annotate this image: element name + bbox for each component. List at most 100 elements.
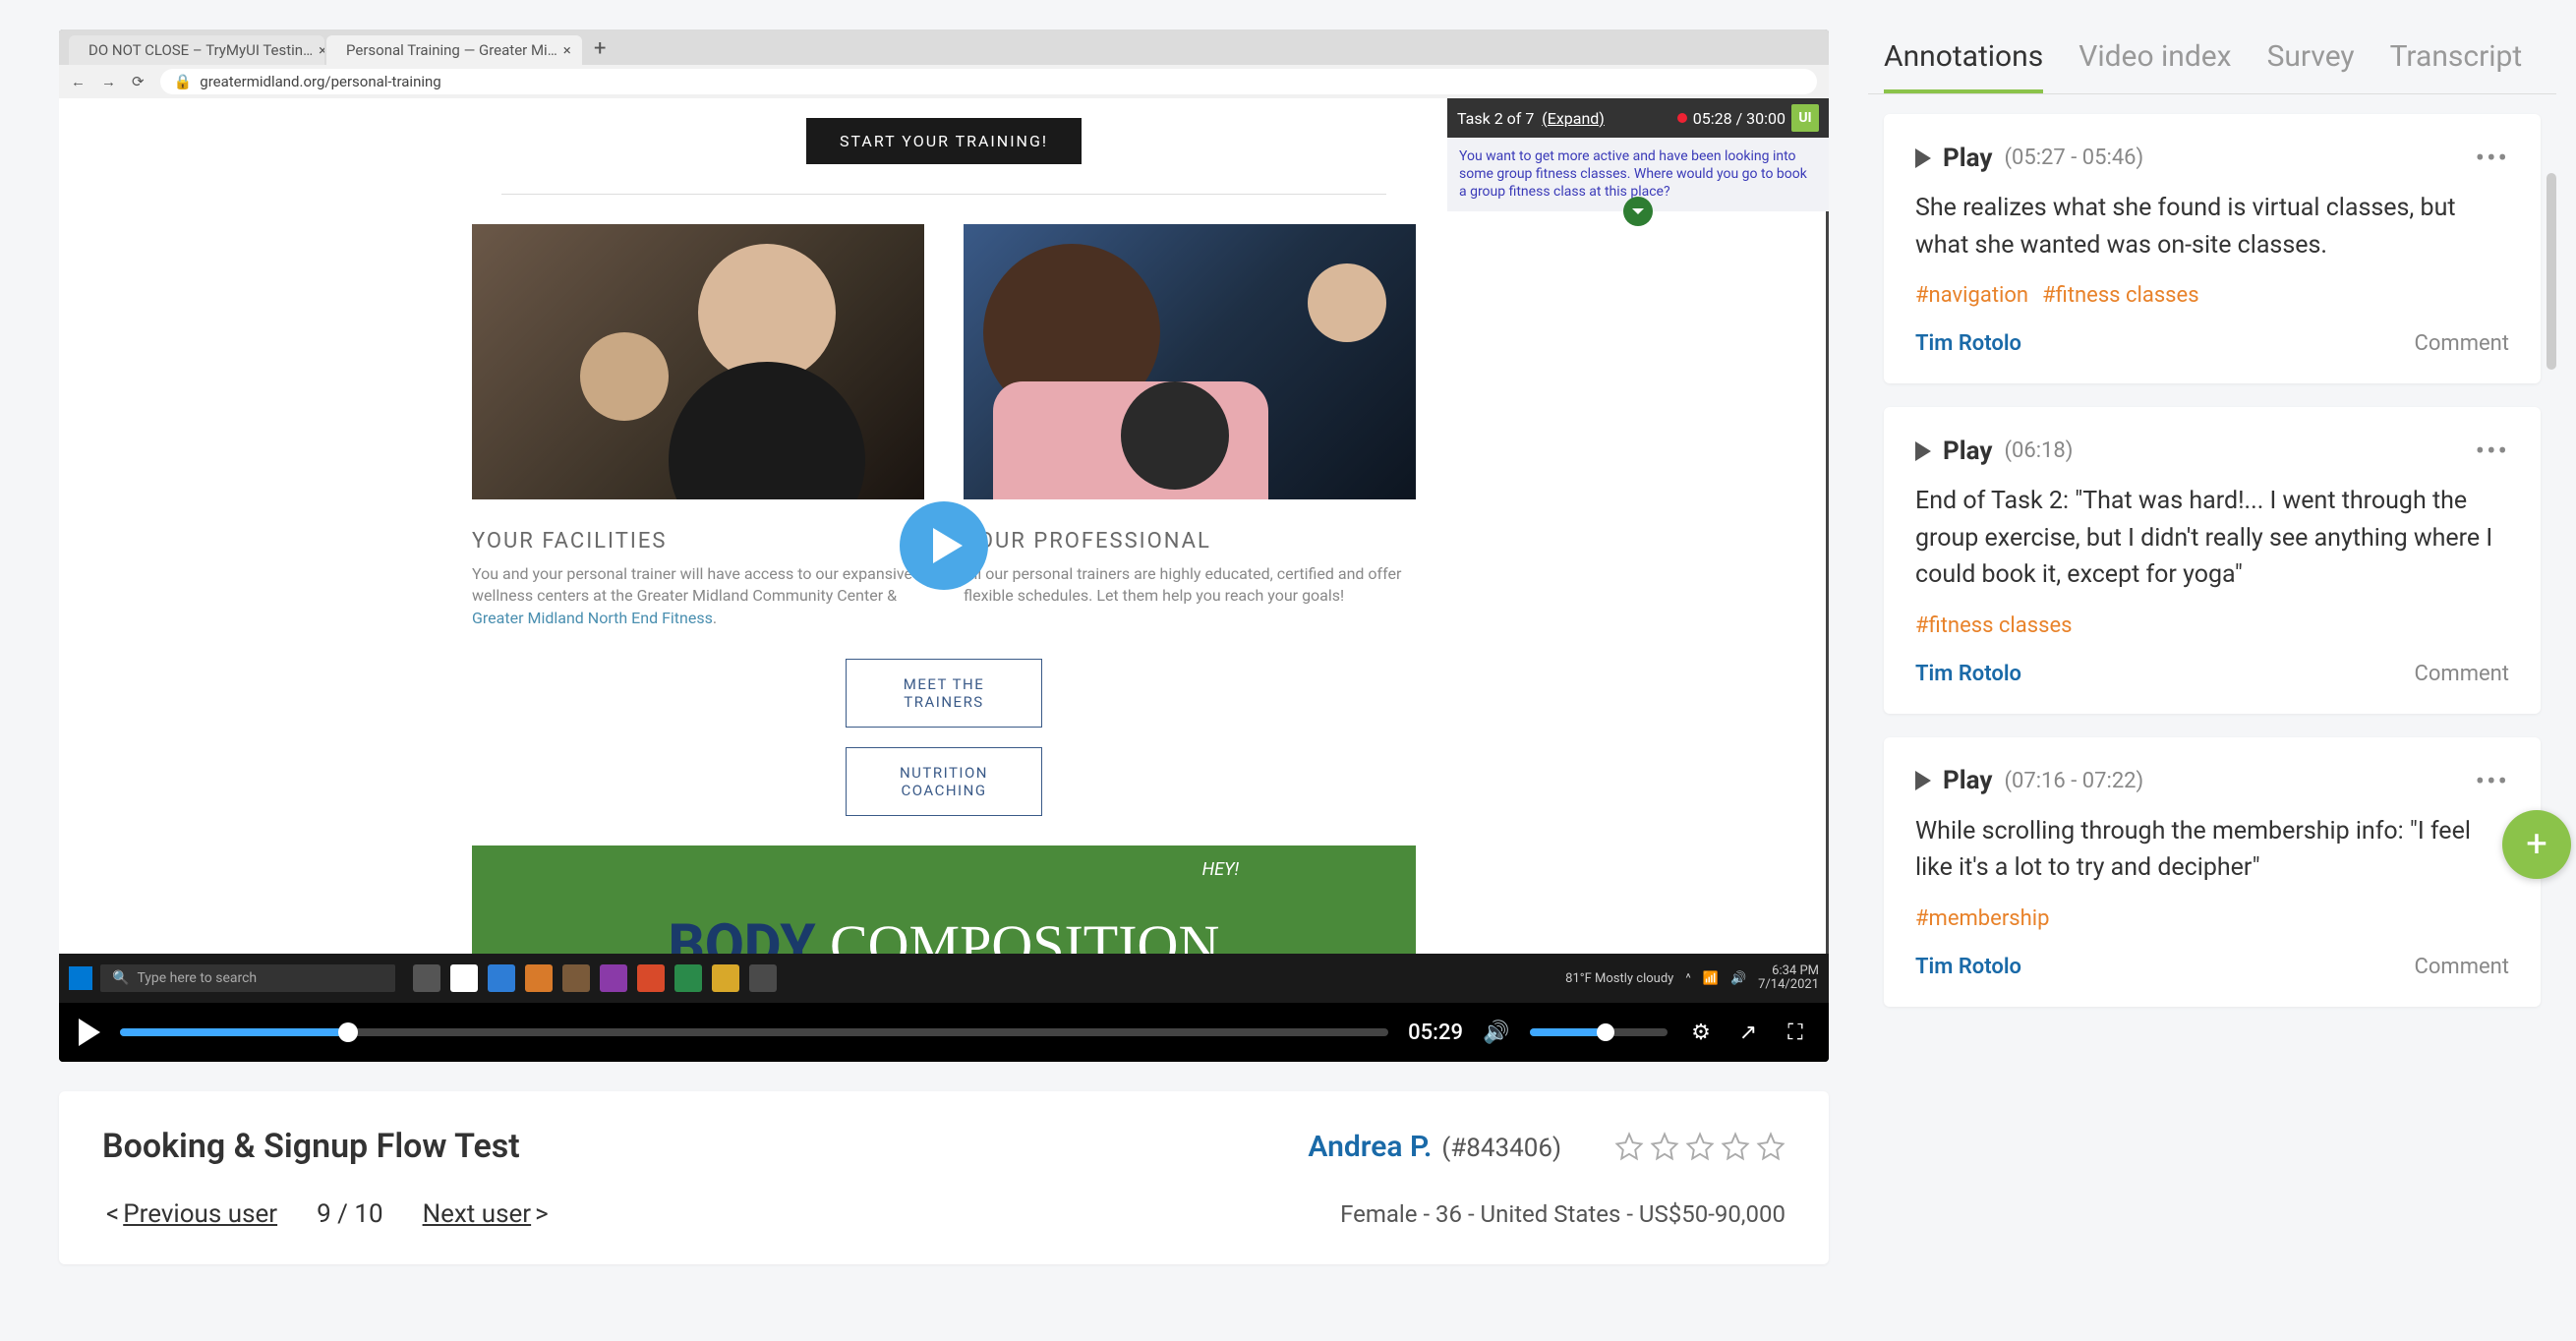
- taskbar-app-icon[interactable]: [413, 964, 440, 992]
- annotation-play-icon[interactable]: [1915, 148, 1931, 168]
- start-menu-icon[interactable]: [69, 966, 92, 990]
- annotation-comment-link[interactable]: Comment: [2415, 955, 2509, 979]
- star-icon[interactable]: [1614, 1132, 1644, 1161]
- tab-annotations[interactable]: Annotations: [1884, 39, 2043, 93]
- facilities-text: You and your personal trainer will have …: [472, 563, 924, 629]
- professional-text: All our personal trainers are highly edu…: [964, 563, 1416, 608]
- add-annotation-button[interactable]: +: [2502, 810, 2571, 879]
- sidebar-tabs: Annotations Video index Survey Transcrip…: [1868, 29, 2556, 94]
- annotation-tag[interactable]: #fitness classes: [2042, 283, 2198, 308]
- annotation-tag[interactable]: #navigation: [1915, 283, 2028, 308]
- nutrition-coaching-button[interactable]: NUTRITION COACHING: [846, 747, 1042, 816]
- taskbar-app-icon[interactable]: [488, 964, 515, 992]
- composition-word: COMPOSITION: [830, 913, 1219, 954]
- tester-demographics: Female - 36 - United States - US$50-90,0…: [1340, 1200, 1786, 1228]
- tab-transcript[interactable]: Transcript: [2390, 39, 2523, 93]
- seek-bar[interactable]: [120, 1028, 1388, 1036]
- test-info-panel: Booking & Signup Flow Test Andrea P. (#8…: [59, 1091, 1829, 1264]
- taskbar-app-icon[interactable]: [712, 964, 739, 992]
- annotation-time: (07:16 - 07:22): [2004, 769, 2143, 793]
- user-counter: 9 / 10: [317, 1199, 382, 1229]
- recorder-widget: Task 2 of 7 (Expand) 05:28 / 30:00 UI Yo…: [1447, 98, 1829, 211]
- search-icon: 🔍: [112, 970, 129, 986]
- star-icon[interactable]: [1721, 1132, 1750, 1161]
- annotations-list: Play (05:27 - 05:46) ••• She realizes wh…: [1868, 94, 2556, 1312]
- annotation-author[interactable]: Tim Rotolo: [1915, 331, 2021, 356]
- lock-icon: 🔒: [174, 73, 193, 90]
- browser-tab[interactable]: Personal Training — Greater Mi… ×: [326, 35, 582, 65]
- more-menu-icon[interactable]: •••: [2476, 142, 2509, 174]
- expand-link[interactable]: (Expand): [1542, 109, 1605, 128]
- scrollbar[interactable]: [2547, 173, 2556, 370]
- annotation-comment-link[interactable]: Comment: [2415, 662, 2509, 686]
- play-button[interactable]: [79, 1019, 100, 1046]
- star-icon[interactable]: [1756, 1132, 1786, 1161]
- previous-user-link[interactable]: Previous user: [123, 1199, 277, 1229]
- current-time: 05:29: [1408, 1020, 1463, 1045]
- meet-trainers-button[interactable]: MEET THE TRAINERS: [846, 659, 1042, 728]
- annotation-play-icon[interactable]: [1915, 441, 1931, 461]
- volume-thumb[interactable]: [1597, 1023, 1614, 1041]
- tab-survey[interactable]: Survey: [2267, 39, 2355, 93]
- facilities-heading: YOUR FACILITIES: [472, 529, 924, 554]
- star-icon[interactable]: [1650, 1132, 1679, 1161]
- fullscreen-icon[interactable]: ⛶: [1782, 1019, 1809, 1046]
- star-icon[interactable]: [1685, 1132, 1715, 1161]
- divider: [501, 194, 1386, 195]
- tab-title: Personal Training — Greater Mi…: [346, 41, 557, 59]
- tray-volume-icon[interactable]: 🔊: [1730, 971, 1746, 986]
- annotation-author[interactable]: Tim Rotolo: [1915, 955, 2021, 979]
- taskbar-app-icon[interactable]: [450, 964, 478, 992]
- nav-forward-icon[interactable]: →: [101, 73, 116, 90]
- nav-back-icon[interactable]: ←: [71, 73, 86, 90]
- annotation-author[interactable]: Tim Rotolo: [1915, 662, 2021, 686]
- taskbar-app-icon[interactable]: [674, 964, 702, 992]
- seek-thumb[interactable]: [338, 1022, 358, 1042]
- taskbar-app-icon[interactable]: [749, 964, 777, 992]
- tab-title: DO NOT CLOSE – TryMyUI Testin…: [88, 41, 313, 59]
- taskbar-app-icon[interactable]: [562, 964, 590, 992]
- tray-chevron-icon[interactable]: ^: [1685, 971, 1690, 986]
- professional-image: [964, 224, 1416, 499]
- annotation-time: (06:18): [2004, 438, 2073, 463]
- taskbar-app-icon[interactable]: [600, 964, 627, 992]
- north-end-link[interactable]: Greater Midland North End Fitness: [472, 609, 713, 627]
- tester-name[interactable]: Andrea P.: [1308, 1130, 1432, 1164]
- hey-callout: HEY!: [1202, 859, 1239, 880]
- play-overlay-button[interactable]: [900, 501, 988, 590]
- annotation-tag[interactable]: #fitness classes: [1915, 613, 2072, 638]
- browser-tab[interactable]: DO NOT CLOSE – TryMyUI Testin… ×: [69, 35, 324, 65]
- tray-time: 6:34 PM: [1772, 963, 1819, 978]
- url-bar[interactable]: 🔒 greatermidland.org/personal-training: [160, 69, 1817, 94]
- tab-close-icon[interactable]: ×: [563, 41, 571, 59]
- tab-close-icon[interactable]: ×: [319, 41, 324, 59]
- rating-stars[interactable]: [1614, 1132, 1786, 1161]
- annotation-play-icon[interactable]: [1915, 771, 1931, 790]
- tray-wifi-icon[interactable]: 📶: [1703, 971, 1719, 986]
- video-player: DO NOT CLOSE – TryMyUI Testin… × Persona…: [59, 29, 1829, 1062]
- more-menu-icon[interactable]: •••: [2476, 435, 2509, 467]
- start-training-button[interactable]: START YOUR TRAINING!: [806, 118, 1082, 164]
- weather-widget[interactable]: 81°F Mostly cloudy: [1565, 971, 1673, 986]
- taskbar-app-icon[interactable]: [525, 964, 553, 992]
- reload-icon[interactable]: ⟳: [132, 73, 145, 90]
- annotation-comment-link[interactable]: Comment: [2415, 331, 2509, 356]
- volume-icon[interactable]: 🔊: [1483, 1019, 1510, 1046]
- popout-icon[interactable]: ↗: [1734, 1019, 1762, 1046]
- windows-search-input[interactable]: 🔍 Type here to search: [100, 964, 395, 992]
- more-menu-icon[interactable]: •••: [2476, 765, 2509, 797]
- annotation-play-label[interactable]: Play: [1943, 437, 1992, 466]
- annotation-tag[interactable]: #membership: [1915, 906, 2049, 931]
- next-user-link[interactable]: Next user: [423, 1199, 532, 1229]
- taskbar-app-icon[interactable]: [637, 964, 665, 992]
- settings-gear-icon[interactable]: ⚙: [1687, 1019, 1715, 1046]
- new-tab-button[interactable]: +: [584, 32, 615, 65]
- annotation-body: End of Task 2: "That was hard!... I went…: [1915, 483, 2509, 594]
- tab-video-index[interactable]: Video index: [2078, 39, 2231, 93]
- collapse-arrow-icon[interactable]: [1623, 197, 1653, 226]
- professional-heading: YOUR PROFESSIONAL: [964, 529, 1416, 554]
- annotation-play-label[interactable]: Play: [1943, 144, 1992, 173]
- volume-bar[interactable]: [1530, 1028, 1668, 1036]
- recording-dot-icon: [1677, 113, 1687, 123]
- annotation-play-label[interactable]: Play: [1943, 766, 1992, 795]
